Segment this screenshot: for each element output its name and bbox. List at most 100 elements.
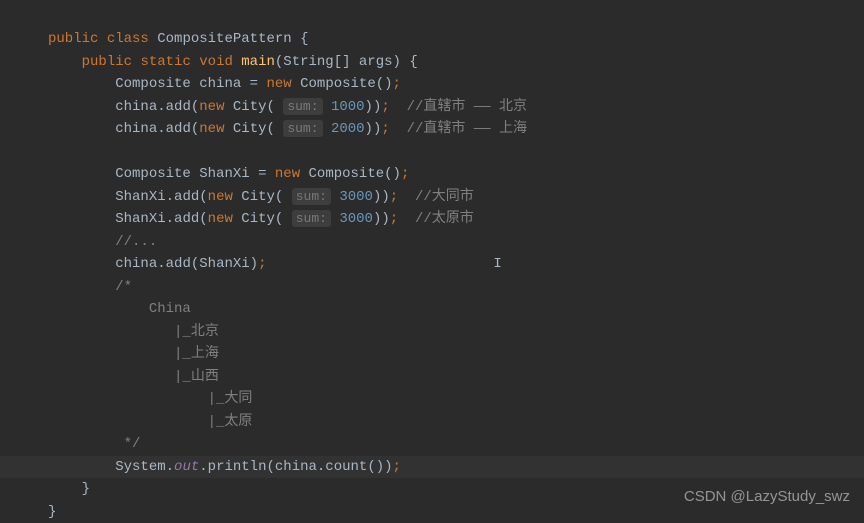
dot: .: [166, 459, 174, 475]
var: china: [115, 256, 157, 272]
ctor: City: [241, 211, 275, 227]
method: add: [166, 256, 191, 272]
param-hint: sum:: [292, 188, 331, 205]
brace: }: [48, 504, 56, 520]
comment: //太原市: [398, 211, 474, 227]
dot: .: [157, 121, 165, 137]
paren: (: [275, 211, 283, 227]
number: 2000: [331, 121, 365, 137]
method: add: [174, 189, 199, 205]
method: add: [174, 211, 199, 227]
code-line: |_山西: [48, 366, 864, 389]
dot: .: [166, 189, 174, 205]
comment: China: [115, 301, 191, 317]
var: ShanXi: [115, 189, 165, 205]
semicolon: ;: [390, 211, 398, 227]
paren: (: [199, 211, 207, 227]
code-line: [48, 141, 864, 164]
method: count: [325, 459, 367, 475]
paren: (ShanXi): [191, 256, 258, 272]
semicolon: ;: [390, 189, 398, 205]
keyword: public: [48, 31, 98, 47]
code-line: |_上海: [48, 343, 864, 366]
semicolon: ;: [393, 76, 401, 92]
paren: (: [191, 121, 199, 137]
static-field: out: [174, 459, 199, 475]
keyword: new: [208, 211, 233, 227]
code-line: Composite china = new Composite();: [48, 73, 864, 96]
brace: }: [82, 481, 90, 497]
keyword: void: [199, 54, 233, 70]
method: add: [166, 121, 191, 137]
ctor: City: [241, 189, 275, 205]
semicolon: ;: [381, 121, 389, 137]
keyword: new: [199, 99, 224, 115]
paren: )): [365, 121, 382, 137]
comment: //大同市: [398, 189, 474, 205]
comment: |_北京: [115, 324, 219, 340]
code-line: china.add(new City( sum: 1000)); //直辖市 —…: [48, 96, 864, 119]
semicolon: ;: [381, 99, 389, 115]
code-line: public static void main(String[] args) {: [48, 51, 864, 74]
var: china: [115, 121, 157, 137]
watermark: CSDN @LazyStudy_swz: [684, 485, 850, 509]
dot: .: [157, 99, 165, 115]
comment: //直辖市 —— 北京: [390, 99, 527, 115]
code-line: China: [48, 298, 864, 321]
code-line: china.add(ShanXi); I: [48, 253, 864, 276]
paren: (: [267, 99, 275, 115]
keyword: new: [208, 189, 233, 205]
method: println: [208, 459, 267, 475]
op: =: [258, 166, 266, 182]
code-line: china.add(new City( sum: 2000)); //直辖市 —…: [48, 118, 864, 141]
comment: */: [115, 436, 140, 452]
ctor: City: [233, 99, 267, 115]
paren: ()): [367, 459, 392, 475]
code-line: */: [48, 433, 864, 456]
number: 3000: [339, 211, 373, 227]
keyword: new: [266, 76, 291, 92]
cursor-icon: I: [493, 256, 501, 272]
param-hint: sum:: [283, 120, 322, 137]
code-line-highlighted: System.out.println(china.count());: [0, 456, 864, 479]
code-line: ShanXi.add(new City( sum: 3000)); //大同市: [48, 186, 864, 209]
comment: |_太原: [115, 414, 252, 430]
keyword: new: [199, 121, 224, 137]
number: 3000: [339, 189, 373, 205]
code-line: |_大同: [48, 388, 864, 411]
brace: {: [409, 54, 417, 70]
dot: .: [199, 459, 207, 475]
params: (String[] args): [275, 54, 401, 70]
paren: (: [191, 99, 199, 115]
paren: (: [199, 189, 207, 205]
paren: )): [373, 189, 390, 205]
code-line: |_北京: [48, 321, 864, 344]
type: Composite: [115, 76, 191, 92]
code-line: ShanXi.add(new City( sum: 3000)); //太原市: [48, 208, 864, 231]
dot: .: [157, 256, 165, 272]
ctor: Composite(): [309, 166, 401, 182]
keyword: static: [140, 54, 190, 70]
code-editor[interactable]: public class CompositePattern { public s…: [0, 0, 864, 523]
ctor: Composite(): [300, 76, 392, 92]
op: =: [250, 76, 258, 92]
var: china: [115, 99, 157, 115]
code-line: /*: [48, 276, 864, 299]
comment: //...: [115, 234, 157, 250]
paren: )): [365, 99, 382, 115]
code-line: public class CompositePattern {: [48, 28, 864, 51]
semicolon: ;: [401, 166, 409, 182]
type: Composite: [115, 166, 191, 182]
comment: //直辖市 —— 上海: [390, 121, 527, 137]
paren: (: [275, 189, 283, 205]
paren: (china.: [266, 459, 325, 475]
keyword: new: [275, 166, 300, 182]
paren: (: [267, 121, 275, 137]
semicolon: ;: [393, 459, 401, 475]
dot: .: [166, 211, 174, 227]
code-line: Composite ShanXi = new Composite();: [48, 163, 864, 186]
var: ShanXi: [199, 166, 249, 182]
param-hint: sum:: [292, 210, 331, 227]
class-ref: System: [115, 459, 165, 475]
comment: |_大同: [115, 391, 252, 407]
